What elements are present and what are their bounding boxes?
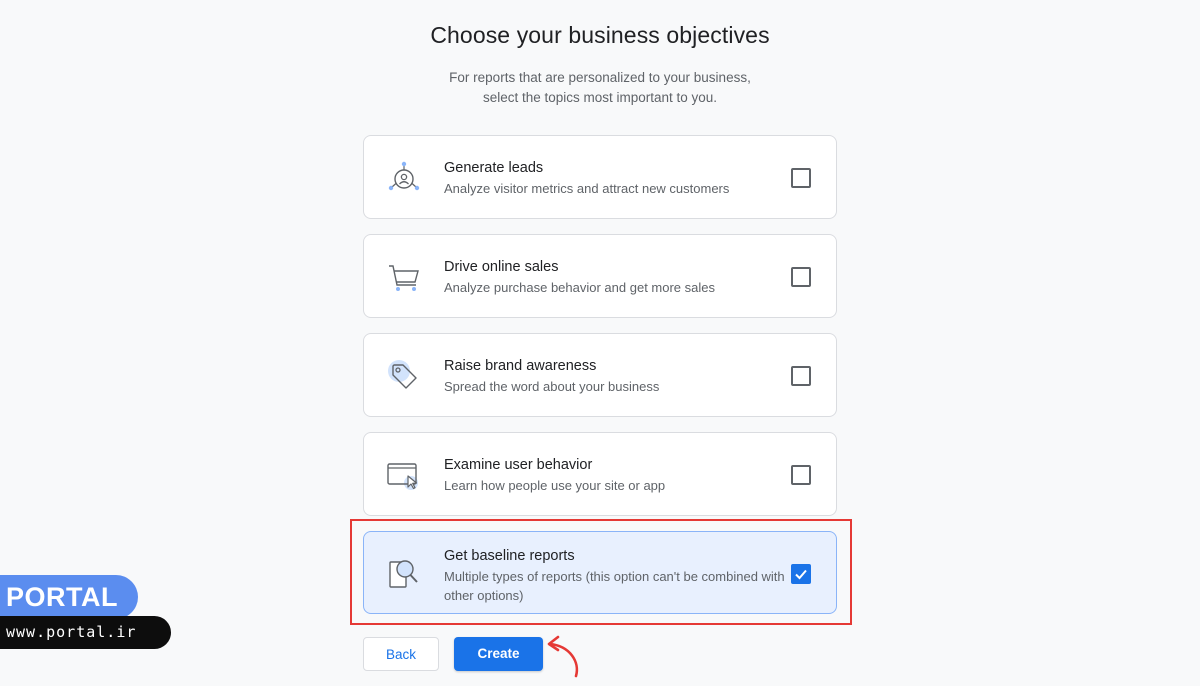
pointer-arrow-icon — [547, 635, 579, 678]
objective-description: Learn how people use your site or app — [444, 478, 666, 493]
objective-title: Raise brand awareness — [444, 358, 597, 374]
selection-highlight-frame — [350, 519, 852, 625]
subtitle-line-2: select the topics most important to you. — [482, 90, 718, 105]
objective-description: Analyze visitor metrics and attract new … — [444, 181, 730, 196]
objective-text: Raise brand awareness Spread the word ab… — [444, 356, 789, 396]
objective-checkbox-generate-leads[interactable] — [791, 168, 811, 188]
objective-description: Analyze purchase behavior and get more s… — [444, 280, 715, 295]
objective-card-examine-user-behavior[interactable]: Examine user behavior Learn how people u… — [363, 432, 837, 516]
back-button[interactable]: Back — [363, 637, 439, 671]
cart-icon — [384, 257, 424, 297]
objective-text: Drive online sales Analyze purchase beha… — [444, 257, 789, 297]
objective-card-raise-brand-awareness[interactable]: Raise brand awareness Spread the word ab… — [363, 333, 837, 417]
browser-cursor-icon — [384, 455, 424, 495]
objective-checkbox-drive-online-sales[interactable] — [791, 267, 811, 287]
objective-text: Generate leads Analyze visitor metrics a… — [444, 158, 789, 198]
subtitle-line-1: For reports that are personalized to you… — [449, 70, 751, 85]
objective-text: Examine user behavior Learn how people u… — [444, 455, 789, 495]
create-button[interactable]: Create — [454, 637, 543, 671]
portal-brand-badge: PORTAL — [0, 575, 138, 619]
portal-url-badge: www.portal.ir — [0, 616, 171, 649]
objective-title: Generate leads — [444, 160, 544, 176]
objective-title: Drive online sales — [444, 259, 559, 275]
objective-description: Spread the word about your business — [444, 379, 660, 394]
page-subtitle: For reports that are personalized to you… — [0, 68, 1200, 108]
objective-checkbox-raise-brand-awareness[interactable] — [791, 366, 811, 386]
objective-card-drive-online-sales[interactable]: Drive online sales Analyze purchase beha… — [363, 234, 837, 318]
objective-card-generate-leads[interactable]: Generate leads Analyze visitor metrics a… — [363, 135, 837, 219]
page-title: Choose your business objectives — [430, 22, 770, 48]
leads-icon — [384, 158, 424, 198]
objective-title: Examine user behavior — [444, 457, 593, 473]
tag-icon — [384, 356, 424, 396]
objective-checkbox-examine-user-behavior[interactable] — [791, 465, 811, 485]
